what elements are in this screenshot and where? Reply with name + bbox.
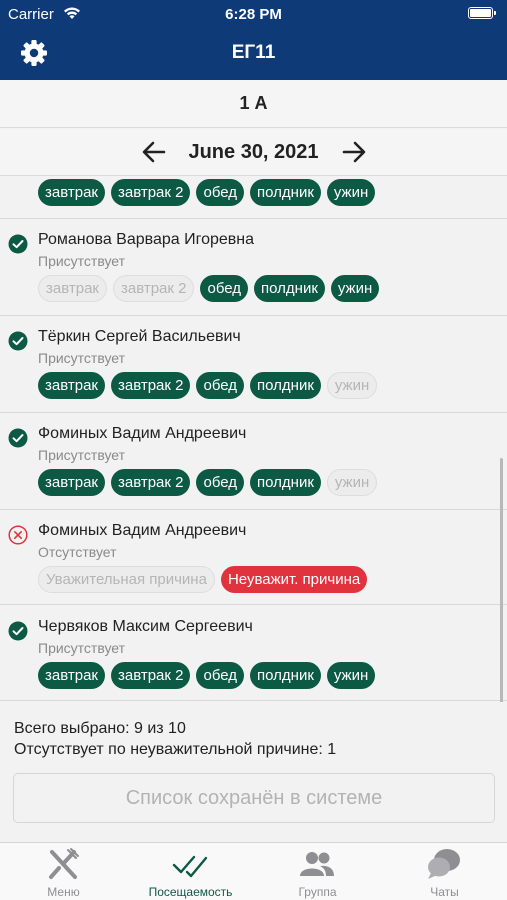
student-name: Романова Варвара Игоревна bbox=[38, 231, 255, 248]
fork-knife-icon bbox=[49, 848, 79, 879]
tab-label: Чаты bbox=[430, 885, 459, 899]
battery-icon bbox=[468, 7, 496, 19]
meal-tag[interactable]: полдник bbox=[250, 469, 321, 496]
meal-tag[interactable]: завтрак bbox=[38, 179, 105, 206]
group-selector[interactable]: 1 А bbox=[0, 80, 507, 128]
unexcused-reason-tag[interactable]: Неуважит. причина bbox=[220, 566, 368, 593]
student-name: Фоминых Вадим Андреевич bbox=[38, 522, 247, 539]
tab-label: Посещаемость bbox=[148, 885, 233, 899]
meal-tag[interactable]: ужин bbox=[326, 179, 376, 206]
meal-tag[interactable]: ужин bbox=[326, 372, 378, 399]
navigation-bar: Carrier 6:28 PM ЕГ11 bbox=[0, 0, 507, 80]
chat-icon bbox=[428, 849, 460, 879]
status-time: 6:28 PM bbox=[225, 6, 282, 23]
list-item[interactable]: Червяков Максим Сергеевич Присутствует з… bbox=[0, 605, 507, 701]
attendance-status: Присутствует bbox=[38, 350, 126, 366]
save-list-button[interactable]: Список сохранён в системе bbox=[13, 773, 495, 823]
status-bar: Carrier 6:28 PM bbox=[0, 0, 507, 28]
list-item[interactable]: Тёркин Сергей Васильевич Присутствует за… bbox=[0, 316, 507, 413]
meal-tag[interactable]: обед bbox=[196, 179, 245, 206]
meal-tag[interactable]: завтрак 2 bbox=[112, 275, 195, 302]
meal-tag[interactable]: полдник bbox=[250, 179, 321, 206]
student-name: Тёркин Сергей Васильевич bbox=[38, 328, 241, 345]
list-item[interactable]: Фоминых Вадим Андреевич Присутствует зав… bbox=[0, 413, 507, 510]
meal-tag[interactable]: завтрак 2 bbox=[110, 179, 191, 206]
date-bar: June 30, 2021 bbox=[0, 129, 507, 176]
meal-tag[interactable]: полдник bbox=[250, 372, 321, 399]
absent-x-icon bbox=[8, 525, 28, 545]
meal-tag[interactable]: завтрак bbox=[38, 275, 107, 302]
meal-tag[interactable]: завтрак 2 bbox=[110, 469, 191, 496]
meal-tag[interactable]: завтрак bbox=[38, 372, 105, 399]
meal-tag[interactable]: ужин bbox=[330, 275, 380, 302]
student-list[interactable]: завтрак завтрак 2 обед полдник ужин Рома… bbox=[0, 177, 507, 701]
meal-tags: завтрак завтрак 2 обед полдник ужин bbox=[38, 372, 378, 399]
tab-attendance[interactable]: Посещаемость bbox=[127, 843, 254, 900]
summary-panel: Всего выбрано: 9 из 10 Отсутствует по не… bbox=[0, 702, 507, 842]
attendance-status: Отсутствует bbox=[38, 544, 117, 560]
meal-tag[interactable]: завтрак bbox=[38, 469, 105, 496]
present-check-icon bbox=[8, 331, 28, 351]
meal-tags: завтрак завтрак 2 обед полдник ужин bbox=[38, 179, 376, 206]
meal-tag[interactable]: завтрак 2 bbox=[110, 662, 191, 689]
present-check-icon bbox=[8, 621, 28, 641]
tab-menu[interactable]: Меню bbox=[0, 843, 127, 900]
excused-reason-tag[interactable]: Уважительная причина bbox=[38, 566, 215, 593]
selected-count: Всего выбрано: 9 из 10 bbox=[14, 720, 186, 737]
list-item: завтрак завтрак 2 обед полдник ужин bbox=[0, 177, 507, 219]
meal-tag[interactable]: полдник bbox=[254, 275, 325, 302]
attendance-status: Присутствует bbox=[38, 447, 126, 463]
meal-tag[interactable]: обед bbox=[200, 275, 249, 302]
meal-tags: завтрак завтрак 2 обед полдник ужин bbox=[38, 662, 376, 689]
meal-tag[interactable]: обед bbox=[196, 662, 245, 689]
tab-chats[interactable]: Чаты bbox=[381, 843, 507, 900]
attendance-status: Присутствует bbox=[38, 640, 126, 656]
meal-tag[interactable]: обед bbox=[196, 372, 245, 399]
list-item[interactable]: Фоминых Вадим Андреевич Отсутствует Уваж… bbox=[0, 510, 507, 605]
tab-label: Меню bbox=[47, 885, 80, 899]
meal-tag[interactable]: ужин bbox=[326, 469, 378, 496]
meal-tag[interactable]: ужин bbox=[326, 662, 376, 689]
student-name: Фоминых Вадим Андреевич bbox=[38, 425, 247, 442]
meal-tag[interactable]: полдник bbox=[250, 662, 321, 689]
tab-bar: Меню Посещаемость Группа Чаты bbox=[0, 842, 507, 900]
meal-tag[interactable]: завтрак 2 bbox=[110, 372, 191, 399]
tab-group[interactable]: Группа bbox=[254, 843, 381, 900]
meal-tag[interactable]: обед bbox=[196, 469, 245, 496]
next-day-arrow-icon[interactable] bbox=[339, 137, 369, 167]
absence-reason-tags: Уважительная причина Неуважит. причина bbox=[38, 566, 368, 593]
list-item[interactable]: Романова Варвара Игоревна Присутствует з… bbox=[0, 219, 507, 316]
present-check-icon bbox=[8, 234, 28, 254]
group-name: 1 А bbox=[239, 93, 268, 113]
checkmarks-icon bbox=[172, 855, 208, 878]
page-title: ЕГ11 bbox=[231, 42, 276, 63]
attendance-status: Присутствует bbox=[38, 253, 126, 269]
meal-tags: завтрак завтрак 2 обед полдник ужин bbox=[38, 469, 378, 496]
group-icon bbox=[300, 852, 334, 876]
tab-label: Группа bbox=[298, 885, 337, 899]
present-check-icon bbox=[8, 428, 28, 448]
meal-tag[interactable]: завтрак bbox=[38, 662, 105, 689]
date-label: June 30, 2021 bbox=[188, 141, 319, 163]
meal-tags: завтрак завтрак 2 обед полдник ужин bbox=[38, 275, 380, 302]
student-name: Червяков Максим Сергеевич bbox=[38, 618, 253, 635]
unexcused-absent-count: Отсутствует по неуважительной причине: 1 bbox=[14, 741, 337, 758]
